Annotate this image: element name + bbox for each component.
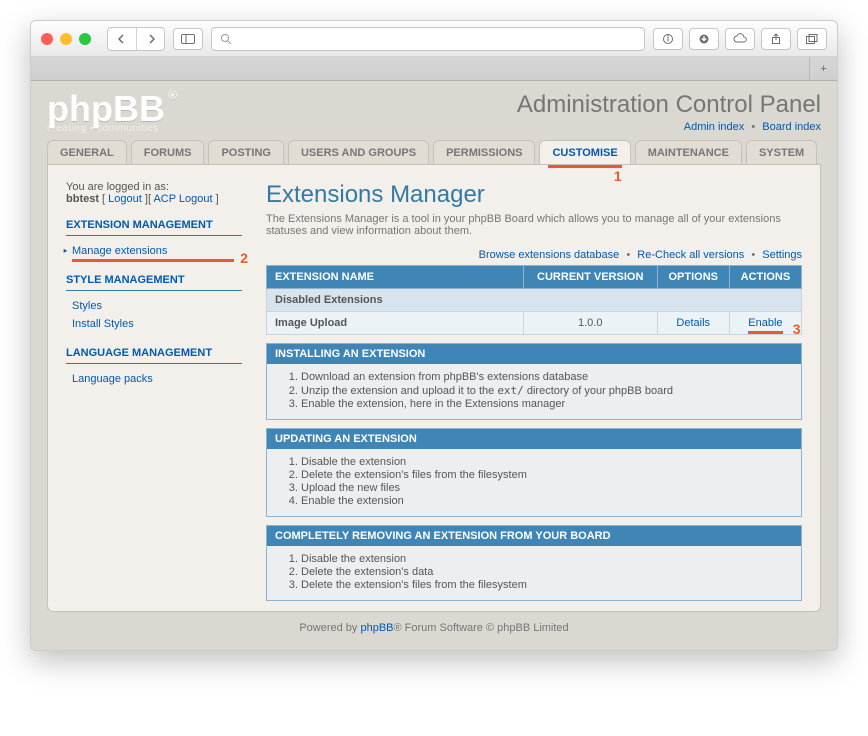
info-box-item: Disable the extension (301, 553, 791, 565)
info-box-heading: INSTALLING AN EXTENSION (267, 344, 801, 364)
ext-settings-link[interactable]: Settings (762, 249, 802, 261)
info-box-item: Delete the extension's data (301, 566, 791, 578)
tab-maintenance[interactable]: MAINTENANCE (635, 140, 742, 164)
bullet-sep: • (751, 121, 755, 133)
th-ext-name: EXTENSION NAME (267, 266, 524, 289)
info-box-item: Disable the extension (301, 456, 791, 468)
enable-link[interactable]: Enable (748, 317, 782, 329)
th-current-version: CURRENT VERSION (523, 266, 657, 289)
browser-window: + phpBB® creating ▪ communities Administ… (30, 20, 838, 651)
address-bar[interactable] (211, 27, 645, 51)
recheck-versions-link[interactable]: Re-Check all versions (637, 249, 744, 261)
footer-rest: ® Forum Software © phpBB Limited (394, 622, 569, 634)
tab-users-and-groups[interactable]: USERS AND GROUPS (288, 140, 429, 164)
tab-posting[interactable]: POSTING (208, 140, 284, 164)
info-box-item: Download an extension from phpBB's exten… (301, 371, 791, 383)
tab-system[interactable]: SYSTEM (746, 140, 817, 164)
info-box-item: Delete the extension's files from the fi… (301, 469, 791, 481)
logged-in-label: You are logged in as: (66, 181, 169, 193)
traffic-lights (41, 33, 91, 45)
username: bbtest (66, 193, 99, 205)
sidebar-item-install-styles[interactable]: Install Styles (66, 315, 242, 333)
sidebar-link[interactable]: Language packs (72, 373, 153, 385)
acp-tabs: GENERALFORUMSPOSTINGUSERS AND GROUPSPERM… (41, 140, 827, 164)
th-options: OPTIONS (657, 266, 729, 289)
admin-index-link[interactable]: Admin index (684, 121, 745, 133)
tab-general[interactable]: GENERAL (47, 140, 127, 164)
info-box-item: Upload the new files (301, 482, 791, 494)
main-intro: The Extensions Manager is a tool in your… (266, 213, 802, 237)
tab-permissions[interactable]: PERMISSIONS (433, 140, 535, 164)
maximize-window-button[interactable] (79, 33, 91, 45)
downloads-button[interactable] (689, 28, 719, 50)
th-actions: ACTIONS (729, 266, 801, 289)
registered-mark: ® (168, 89, 177, 101)
browse-ext-db-link[interactable]: Browse extensions database (479, 249, 620, 261)
details-link[interactable]: Details (676, 317, 710, 329)
forward-button[interactable] (136, 28, 164, 50)
sidebar-link[interactable]: Styles (72, 300, 102, 312)
reader-button[interactable] (653, 28, 683, 50)
board-index-link[interactable]: Board index (762, 121, 821, 133)
page-body: phpBB® creating ▪ communities Administra… (31, 81, 837, 650)
sidebar-item-language-packs[interactable]: Language packs (66, 370, 242, 388)
minimize-window-button[interactable] (60, 33, 72, 45)
ext-toolbar: Browse extensions database • Re-Check al… (266, 249, 802, 261)
extensions-table: EXTENSION NAME CURRENT VERSION OPTIONS A… (266, 265, 802, 335)
tabs-button[interactable] (797, 28, 827, 50)
sidebar-toggle-button[interactable] (173, 28, 203, 50)
acp-footer: Powered by phpBB® Forum Software © phpBB… (41, 612, 827, 636)
tab-customise[interactable]: CUSTOMISE1 (539, 140, 630, 164)
new-tab-button[interactable]: + (809, 57, 837, 80)
acp-sidebar: You are logged in as: bbtest [ Logout ][… (66, 181, 242, 601)
acp-header: phpBB® creating ▪ communities Administra… (41, 87, 827, 140)
cell-version: 1.0.0 (523, 312, 657, 335)
cloud-button[interactable] (725, 28, 755, 50)
share-button[interactable] (761, 28, 791, 50)
info-box-heading: UPDATING AN EXTENSION (267, 429, 801, 449)
acp-logout-link[interactable]: ACP Logout (153, 193, 212, 205)
search-icon (220, 33, 232, 45)
acp-panel: You are logged in as: bbtest [ Logout ][… (47, 164, 821, 612)
info-box-item: Enable the extension, here in the Extens… (301, 398, 791, 410)
footer-phpbb-link[interactable]: phpBB (360, 622, 393, 634)
logout-link[interactable]: Logout (108, 193, 142, 205)
browser-tabbar: + (31, 57, 837, 81)
info-box: COMPLETELY REMOVING AN EXTENSION FROM YO… (266, 525, 802, 601)
tab-forums[interactable]: FORUMS (131, 140, 205, 164)
sidebar-item-manage-extensions[interactable]: Manage extensions2 (66, 242, 242, 260)
info-box-item: Delete the extension's files from the fi… (301, 579, 791, 591)
close-window-button[interactable] (41, 33, 53, 45)
back-button[interactable] (108, 28, 136, 50)
footer-powered: Powered by (299, 622, 360, 634)
browser-right-icons (653, 28, 827, 50)
info-box: INSTALLING AN EXTENSION Download an exten… (266, 343, 802, 420)
sidebar-item-styles[interactable]: Styles (66, 297, 242, 315)
login-info: You are logged in as: bbtest [ Logout ][… (66, 181, 242, 205)
info-box: UPDATING AN EXTENSION Disable the extensi… (266, 428, 802, 517)
page-title: Administration Control Panel (517, 91, 821, 119)
info-box-item: Enable the extension (301, 495, 791, 507)
info-box-item: Unzip the extension and upload it to the… (301, 384, 791, 397)
sidebar-link[interactable]: Install Styles (72, 318, 134, 330)
browser-chrome (31, 21, 837, 57)
nav-back-forward (107, 27, 165, 51)
sidebar-heading: LANGUAGE MANAGEMENT (66, 333, 242, 364)
acp-title-block: Administration Control Panel Admin index… (517, 91, 821, 133)
acp-main: Extensions Manager The Extensions Manage… (266, 181, 802, 601)
sidebar-link[interactable]: Manage extensions (72, 245, 167, 257)
phpbb-logo: phpBB® creating ▪ communities (47, 91, 165, 134)
table-row: Image Upload1.0.0DetailsEnable3 (267, 312, 802, 335)
table-subhead-disabled: Disabled Extensions (267, 289, 802, 312)
logo-text: phpBB (47, 88, 165, 129)
sidebar-heading: STYLE MANAGEMENT (66, 260, 242, 291)
info-box-heading: COMPLETELY REMOVING AN EXTENSION FROM YO… (267, 526, 801, 546)
main-heading: Extensions Manager (266, 181, 802, 209)
cell-ext-name: Image Upload (267, 312, 524, 335)
sidebar-heading: EXTENSION MANAGEMENT (66, 205, 242, 236)
